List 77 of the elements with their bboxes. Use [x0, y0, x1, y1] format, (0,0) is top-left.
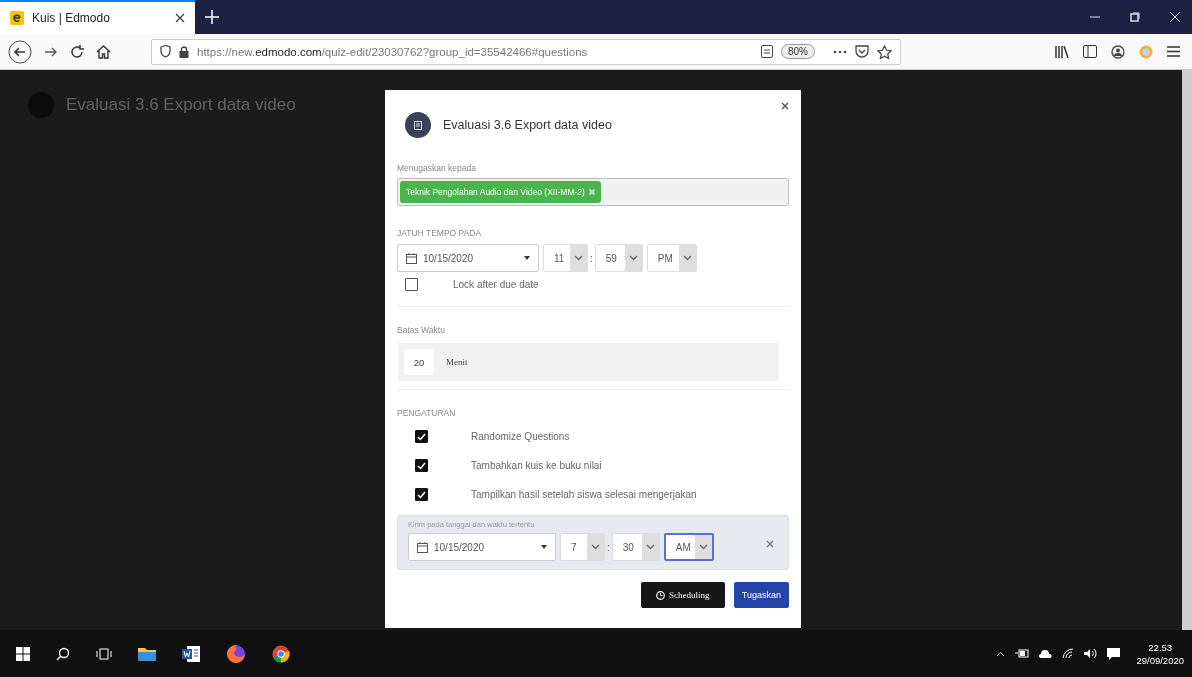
chrome-like-icon[interactable] [272, 644, 290, 663]
time-select[interactable]: 59 [594, 244, 643, 272]
sidebar-icon[interactable] [1083, 45, 1097, 58]
new-tab-icon[interactable] [205, 10, 219, 24]
time-select[interactable]: 7 [560, 533, 605, 561]
dropdown-caret-icon [541, 545, 547, 549]
start-icon[interactable] [16, 646, 30, 661]
browser-tab[interactable]: Kuis | Edmodo [0, 0, 195, 34]
dropdown-caret-icon [524, 256, 530, 260]
chevron-down-icon [628, 255, 638, 261]
section-heading: PENGATURAN [397, 408, 457, 418]
checkbox-label: Lock after due date [453, 278, 539, 290]
account-icon[interactable] [1111, 44, 1125, 59]
wifi-icon[interactable] [1062, 648, 1075, 659]
clock[interactable]: 22.53 29/09/2020 [1136, 640, 1184, 667]
menu-icon[interactable] [1167, 46, 1180, 57]
bookmark-star-icon[interactable] [877, 44, 892, 59]
field-label: Menugaskan kepada [397, 163, 477, 173]
chevron-down-icon [698, 544, 708, 550]
restore-icon[interactable] [1130, 12, 1140, 22]
speaker-icon[interactable] [1084, 648, 1098, 659]
checkbox-label: Randomize Questions [471, 431, 570, 442]
shield-icon[interactable] [160, 45, 171, 58]
time-select[interactable]: PM [646, 244, 697, 272]
document-app-icon[interactable] [182, 645, 200, 662]
time-separator: : [590, 252, 593, 264]
lock-icon[interactable] [179, 45, 189, 58]
assign-button[interactable]: Tugaskan [733, 582, 789, 608]
zoom-level[interactable]: 80% [781, 44, 815, 59]
time-select[interactable]: 30 [611, 533, 660, 561]
scheduling-button[interactable]: Scheduling [640, 582, 725, 608]
calendar-icon [406, 252, 417, 264]
number-field[interactable]: 20 [404, 349, 434, 375]
clock-icon [656, 590, 666, 600]
time-select[interactable]: 11 [543, 244, 588, 272]
time-separator: : [607, 541, 610, 553]
close-icon[interactable] [781, 102, 789, 110]
field-label: Batas Waktu [397, 325, 446, 335]
folder-icon[interactable] [138, 646, 156, 661]
checkbox[interactable] [405, 277, 418, 291]
task-view-icon[interactable] [96, 647, 112, 660]
more-actions-icon[interactable] [833, 49, 847, 54]
chevron-down-icon [645, 544, 655, 550]
caret-up-icon[interactable] [996, 650, 1006, 657]
field-label: JATUH TEMPO PADA [397, 228, 483, 238]
notification-icon[interactable] [1107, 647, 1121, 660]
page-title: Evaluasi 3.6 Export data video [66, 95, 296, 115]
pocket-icon[interactable] [855, 45, 869, 58]
dialog-title: Evaluasi 3.6 Export data video [443, 118, 612, 132]
unit-label: Menit [446, 357, 468, 367]
checkbox[interactable] [415, 430, 428, 443]
reader-view-icon[interactable] [761, 45, 773, 58]
chevron-down-icon [591, 544, 600, 550]
search-icon[interactable] [56, 646, 70, 661]
battery-icon[interactable] [1015, 649, 1030, 658]
date-field[interactable]: 10/15/2020 [397, 244, 539, 272]
browser-app-icon[interactable] [226, 643, 246, 664]
date-field[interactable]: 10/15/2020 [408, 533, 556, 561]
remove-icon[interactable] [588, 189, 595, 195]
reload-icon[interactable] [70, 44, 84, 59]
chevron-down-icon [682, 255, 692, 261]
scrollbar[interactable] [1182, 70, 1192, 630]
home-icon[interactable] [96, 44, 111, 59]
chevron-down-icon [574, 255, 583, 261]
site-favicon-icon [10, 11, 24, 25]
library-icon[interactable] [1054, 45, 1069, 58]
time-select[interactable]: AM [663, 533, 714, 561]
quiz-icon [414, 120, 422, 130]
back-icon[interactable] [8, 39, 32, 64]
checkbox[interactable] [415, 459, 428, 472]
close-tab-icon[interactable] [175, 13, 185, 23]
calendar-icon [417, 541, 428, 553]
cloud-icon[interactable] [1039, 649, 1053, 658]
checkbox-label: Tampilkan hasil setelah siswa selesai mengerjakan [471, 489, 697, 500]
url-field[interactable]: https://new.edmodo.com/quiz-edit/23030762?group_id=35542466#questions 80% [151, 38, 901, 65]
checkbox-label: Tambahkan kuis ke buku nilai [471, 460, 602, 471]
checkbox[interactable] [415, 488, 428, 501]
